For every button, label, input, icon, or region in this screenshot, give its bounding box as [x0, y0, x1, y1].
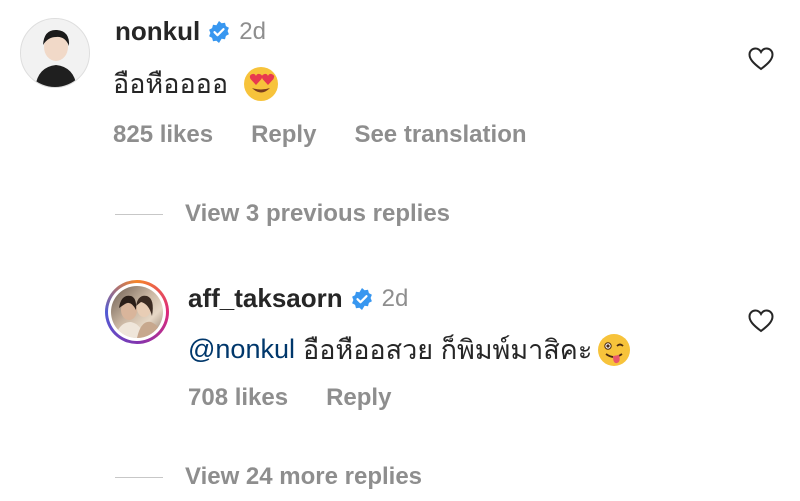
divider-line [115, 476, 163, 478]
comment-actions: 825 likes Reply See translation [113, 121, 565, 149]
avatar-nonkul[interactable] [20, 18, 90, 88]
avatar-person-icon [21, 19, 89, 87]
verified-badge-icon [209, 20, 230, 43]
avatar-photo [111, 286, 163, 338]
view-previous-replies[interactable]: View 3 previous replies [115, 200, 450, 228]
comment-text: อือหืออออ [113, 62, 280, 105]
comment-nonkul: nonkul 2d อือหืออออ 825 likes Reply See … [0, 0, 800, 170]
like-heart-icon[interactable] [748, 47, 774, 71]
reply-text: @nonkul อือหืออสวย ก็พิมพ์มาสิคะ [188, 328, 632, 371]
reply-button[interactable]: Reply [251, 121, 316, 149]
timestamp[interactable]: 2d [382, 285, 409, 313]
view-more-replies-label[interactable]: View 24 more replies [185, 463, 422, 491]
avatar-people-icon [115, 295, 161, 338]
reply-body: อือหืออสวย ก็พิมพ์มาสิคะ [302, 335, 593, 365]
view-more-replies[interactable]: View 24 more replies [115, 463, 422, 491]
reply-button[interactable]: Reply [326, 384, 391, 412]
view-previous-replies-label[interactable]: View 3 previous replies [185, 200, 450, 228]
divider-line [115, 213, 163, 215]
like-heart-icon[interactable] [748, 309, 774, 333]
reply-actions: 708 likes Reply [188, 384, 429, 412]
likes-count[interactable]: 825 likes [113, 121, 213, 149]
reply-header: aff_taksaorn 2d [188, 283, 408, 314]
verified-badge-icon [351, 287, 372, 310]
winking-tongue-emoji-icon [598, 333, 631, 366]
timestamp[interactable]: 2d [239, 18, 266, 46]
comment-body: อือหืออออ [113, 69, 229, 99]
see-translation-button[interactable]: See translation [354, 121, 526, 149]
username[interactable]: aff_taksaorn [188, 283, 343, 314]
avatar-aff-taksaorn[interactable] [105, 280, 169, 344]
likes-count[interactable]: 708 likes [188, 384, 288, 412]
comment-header: nonkul 2d [115, 16, 266, 47]
username[interactable]: nonkul [115, 16, 200, 47]
heart-eyes-emoji-icon [244, 66, 279, 101]
mention-link[interactable]: @nonkul [188, 334, 295, 365]
